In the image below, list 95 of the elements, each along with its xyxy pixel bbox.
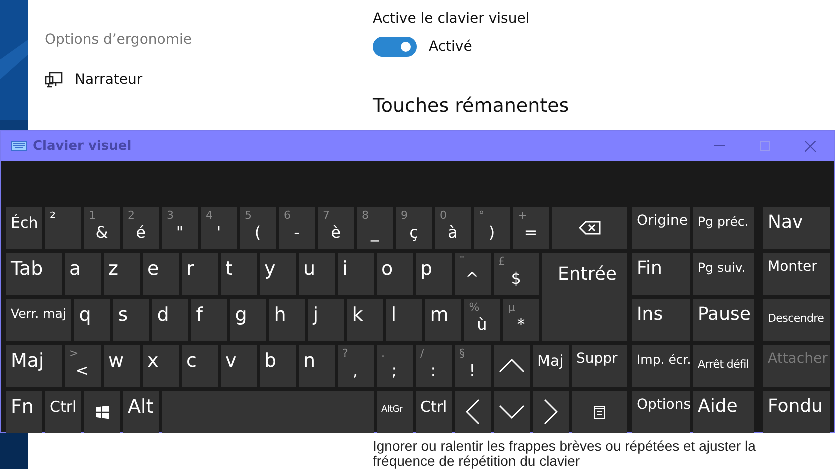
keyboard-key[interactable]: + = xyxy=(513,207,549,249)
keyboard-key[interactable]: y xyxy=(260,253,296,295)
backspace-icon xyxy=(578,221,600,235)
keyboard-key[interactable]: d xyxy=(152,299,188,341)
keyboard-key[interactable]: u xyxy=(298,253,334,295)
keyboard-key[interactable]: Fin xyxy=(632,253,690,295)
keyboard-key[interactable]: Entrée xyxy=(542,253,627,341)
keyboard-key[interactable]: ° ) xyxy=(474,207,510,249)
keyboard-key[interactable]: Pg suiv. xyxy=(693,253,754,295)
toggle-switch[interactable] xyxy=(373,37,417,57)
keyboard-key[interactable]: n xyxy=(298,345,334,387)
keyboard-key[interactable]: Aide xyxy=(693,391,754,433)
keyboard-key[interactable]: Ctrl xyxy=(416,391,452,433)
keyboard-key[interactable]: AltGr xyxy=(376,391,412,433)
keyboard-key[interactable]: e xyxy=(142,253,178,295)
menu-key-icon xyxy=(594,406,605,418)
keyboard-key[interactable]: Tab xyxy=(6,253,62,295)
keyboard-key[interactable]: a xyxy=(64,253,100,295)
keyboard-key[interactable]: i xyxy=(338,253,374,295)
keyboard-key[interactable]: ? , xyxy=(338,345,374,387)
monitor-icon xyxy=(45,71,63,89)
section-heading: Options d’ergonomie xyxy=(45,32,193,48)
keyboard-key[interactable]: 7 è xyxy=(318,207,354,249)
keyboard-icon xyxy=(11,141,27,151)
keyboard-key[interactable]: w xyxy=(104,345,140,387)
keyboard-key[interactable]: > < xyxy=(64,345,100,387)
keyboard-key[interactable] xyxy=(532,391,568,433)
keyboard-key[interactable]: m xyxy=(425,299,462,341)
keyboard-key[interactable]: 9 ç xyxy=(396,207,432,249)
keyboard-key[interactable]: 6 - xyxy=(279,207,315,249)
keyboard-key[interactable]: x xyxy=(142,345,178,387)
keyboard-key[interactable]: 8 _ xyxy=(357,207,393,249)
keyboard-key[interactable]: / : xyxy=(416,345,452,387)
keyboard-key[interactable]: q xyxy=(74,299,110,341)
keyboard-key[interactable]: Maj xyxy=(6,345,62,387)
keyboard-key[interactable] xyxy=(552,207,627,249)
keyboard-key[interactable]: ² xyxy=(45,207,81,249)
keyboard-key[interactable]: Ctrl xyxy=(45,391,81,433)
keyboard-key[interactable]: Arrêt défil xyxy=(693,345,754,387)
keyboard-key[interactable]: Imp. écr. xyxy=(632,345,690,387)
sidebar-item[interactable]: Narrateur xyxy=(45,68,373,92)
keyboard-key[interactable]: z xyxy=(104,253,140,295)
keyboard-key[interactable]: c xyxy=(182,345,218,387)
sidebar-label: Narrateur xyxy=(75,72,143,88)
keyboard-key[interactable] xyxy=(454,391,490,433)
keyboard-key[interactable]: l xyxy=(386,299,422,341)
keyboard-key[interactable]: r xyxy=(182,253,218,295)
keyboard-key[interactable]: Ins xyxy=(632,299,690,341)
keyboard-key[interactable]: Pause xyxy=(693,299,754,341)
keyboard-key[interactable]: Origine xyxy=(632,207,690,249)
windows-logo-icon xyxy=(96,406,108,418)
keyboard-key[interactable]: 5 ( xyxy=(240,207,276,249)
section-title: Touches rémanentes xyxy=(373,95,570,117)
keyboard-key[interactable] xyxy=(84,391,120,433)
keyboard-key[interactable]: . ; xyxy=(376,345,412,387)
keyboard-key[interactable]: t xyxy=(220,253,256,295)
keyboard-key[interactable]: 1 & xyxy=(84,207,120,249)
window-title: Clavier visuel xyxy=(33,138,132,154)
keyboard-key[interactable]: f xyxy=(191,299,228,341)
keyboard-key[interactable]: % ù xyxy=(464,299,500,341)
keyboard-key[interactable]: 3 " xyxy=(162,207,198,249)
keyboard-key[interactable]: µ * xyxy=(503,299,540,341)
keyboard-key[interactable]: 4 ' xyxy=(201,207,237,249)
keyboard-key[interactable]: k xyxy=(347,299,384,341)
keyboard-key[interactable]: o xyxy=(376,253,412,295)
keyboard-key[interactable]: b xyxy=(260,345,296,387)
keyboard-key[interactable]: Options xyxy=(632,391,690,433)
keyboard-key[interactable]: 0 à xyxy=(435,207,471,249)
keyboard-key[interactable]: s xyxy=(113,299,150,341)
keyboard-key[interactable]: g xyxy=(230,299,266,341)
toggle-state-label: Activé xyxy=(429,39,472,55)
keyboard-key[interactable]: Suppr xyxy=(572,345,627,387)
keyboard-key[interactable]: p xyxy=(416,253,452,295)
keyboard-key[interactable]: Alt xyxy=(123,391,159,433)
keyboard-key[interactable]: Descendre xyxy=(763,299,830,341)
keyboard-key[interactable]: Fondu xyxy=(763,391,830,433)
keyboard-key[interactable]: § ! xyxy=(454,345,490,387)
keyboard-key[interactable]: v xyxy=(220,345,256,387)
keyboard-key[interactable]: Pg préc. xyxy=(693,207,754,249)
keyboard-key[interactable]: £ $ xyxy=(494,253,540,295)
keyboard-key[interactable]: Nav xyxy=(763,207,830,249)
keyboard-key[interactable]: Verr. maj xyxy=(6,299,72,341)
keyboard-key[interactable]: 2 é xyxy=(123,207,159,249)
keyboard-key[interactable]: ¨ ^ xyxy=(454,253,490,295)
keyboard-key[interactable]: Monter xyxy=(763,253,830,295)
keyboard-key[interactable] xyxy=(572,391,627,433)
keyboard-key[interactable]: Fn xyxy=(6,391,42,433)
keyboard-key[interactable] xyxy=(494,391,530,433)
keyboard-key[interactable] xyxy=(494,345,530,387)
keyboard-key[interactable]: Maj xyxy=(532,345,568,387)
description-text: Ignorer ou ralentir les frappes brèves ou répétées et ajuster la fréquence de répétition du clavier xyxy=(373,439,757,469)
keyboard-key[interactable]: h xyxy=(269,299,306,341)
keyboard-key[interactable]: Éch xyxy=(6,207,42,249)
setting-label: Active le clavier visuel xyxy=(373,11,531,27)
keyboard-key[interactable]: j xyxy=(308,299,344,341)
